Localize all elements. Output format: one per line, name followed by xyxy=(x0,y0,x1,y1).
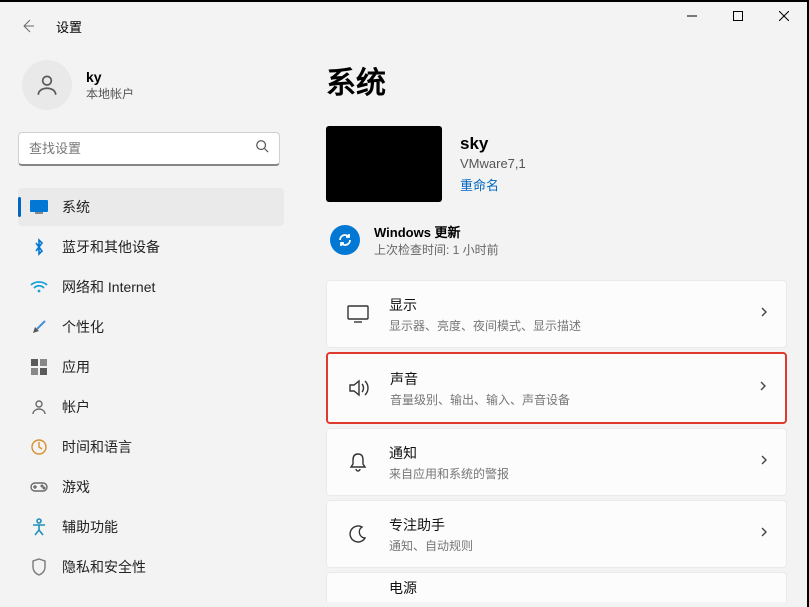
page-title: 系统 xyxy=(326,58,787,102)
card-notifications[interactable]: 通知 来自应用和系统的警报 xyxy=(326,428,787,496)
card-title: 声音 xyxy=(390,369,757,389)
card-sub: 来自应用和系统的警报 xyxy=(389,465,758,482)
nav-list: 系统 蓝牙和其他设备 网络和 Internet 个性化 应用 xyxy=(18,188,284,586)
nav-system[interactable]: 系统 xyxy=(18,188,284,226)
nav-label: 系统 xyxy=(62,197,90,217)
update-title: Windows 更新 xyxy=(374,222,499,241)
search-icon xyxy=(255,139,269,158)
clock-globe-icon xyxy=(30,438,48,456)
display-icon xyxy=(347,305,369,323)
device-header: sky VMware7,1 重命名 xyxy=(326,126,787,202)
host-model: VMware7,1 xyxy=(460,156,526,171)
accessibility-icon xyxy=(30,518,48,536)
nav-apps[interactable]: 应用 xyxy=(18,348,284,386)
windows-update-row[interactable]: Windows 更新 上次检查时间: 1 小时前 xyxy=(326,222,787,258)
card-sub: 音量级别、输出、输入、声音设备 xyxy=(390,391,757,408)
shield-icon xyxy=(30,558,48,576)
search-input-container[interactable] xyxy=(18,132,280,166)
nav-label: 帐户 xyxy=(62,397,90,417)
card-title: 电源 xyxy=(389,578,770,598)
desktop-preview xyxy=(326,126,442,202)
brush-icon xyxy=(30,318,48,336)
card-power[interactable]: 电源 xyxy=(326,572,787,602)
minimize-button[interactable] xyxy=(669,0,715,32)
gamepad-icon xyxy=(30,478,48,496)
card-title: 专注助手 xyxy=(389,515,758,535)
back-button[interactable] xyxy=(18,16,38,36)
rename-link[interactable]: 重命名 xyxy=(460,175,499,194)
sound-icon xyxy=(348,378,370,398)
chevron-right-icon xyxy=(758,453,770,471)
apps-icon xyxy=(30,358,48,376)
nav-label: 辅助功能 xyxy=(62,517,118,537)
update-sub: 上次检查时间: 1 小时前 xyxy=(374,241,499,258)
card-title: 显示 xyxy=(389,295,758,315)
card-focus-assist[interactable]: 专注助手 通知、自动规则 xyxy=(326,500,787,568)
nav-accounts[interactable]: 帐户 xyxy=(18,388,284,426)
avatar xyxy=(22,60,72,110)
bell-icon xyxy=(347,452,369,472)
nav-label: 游戏 xyxy=(62,477,90,497)
chevron-right-icon xyxy=(757,379,769,397)
nav-privacy[interactable]: 隐私和安全性 xyxy=(18,548,284,586)
wifi-icon xyxy=(30,278,48,296)
nav-network[interactable]: 网络和 Internet xyxy=(18,268,284,306)
bluetooth-icon xyxy=(30,238,48,256)
card-sub: 通知、自动规则 xyxy=(389,537,758,554)
chevron-right-icon xyxy=(758,525,770,543)
chevron-right-icon xyxy=(758,305,770,323)
update-sync-icon xyxy=(330,225,360,255)
nav-time-language[interactable]: 时间和语言 xyxy=(18,428,284,466)
close-button[interactable] xyxy=(761,0,807,32)
nav-label: 蓝牙和其他设备 xyxy=(62,237,160,257)
nav-label: 个性化 xyxy=(62,317,104,337)
user-name: ky xyxy=(86,69,134,85)
nav-label: 时间和语言 xyxy=(62,437,132,457)
nav-bluetooth[interactable]: 蓝牙和其他设备 xyxy=(18,228,284,266)
nav-label: 应用 xyxy=(62,357,90,377)
nav-label: 隐私和安全性 xyxy=(62,557,146,577)
nav-gaming[interactable]: 游戏 xyxy=(18,468,284,506)
search-input[interactable] xyxy=(29,141,255,156)
nav-personalization[interactable]: 个性化 xyxy=(18,308,284,346)
user-account-row[interactable]: ky 本地帐户 xyxy=(18,60,284,110)
maximize-button[interactable] xyxy=(715,0,761,32)
accounts-icon xyxy=(30,398,48,416)
nav-accessibility[interactable]: 辅助功能 xyxy=(18,508,284,546)
system-icon xyxy=(30,198,48,216)
user-type: 本地帐户 xyxy=(86,85,134,102)
card-display[interactable]: 显示 显示器、亮度、夜间模式、显示描述 xyxy=(326,280,787,348)
card-title: 通知 xyxy=(389,443,758,463)
app-title: 设置 xyxy=(56,17,82,36)
moon-icon xyxy=(347,524,369,544)
nav-label: 网络和 Internet xyxy=(62,277,155,297)
card-sub: 显示器、亮度、夜间模式、显示描述 xyxy=(389,317,758,334)
card-sound[interactable]: 声音 音量级别、输出、输入、声音设备 xyxy=(326,352,787,424)
host-name: sky xyxy=(460,134,526,154)
